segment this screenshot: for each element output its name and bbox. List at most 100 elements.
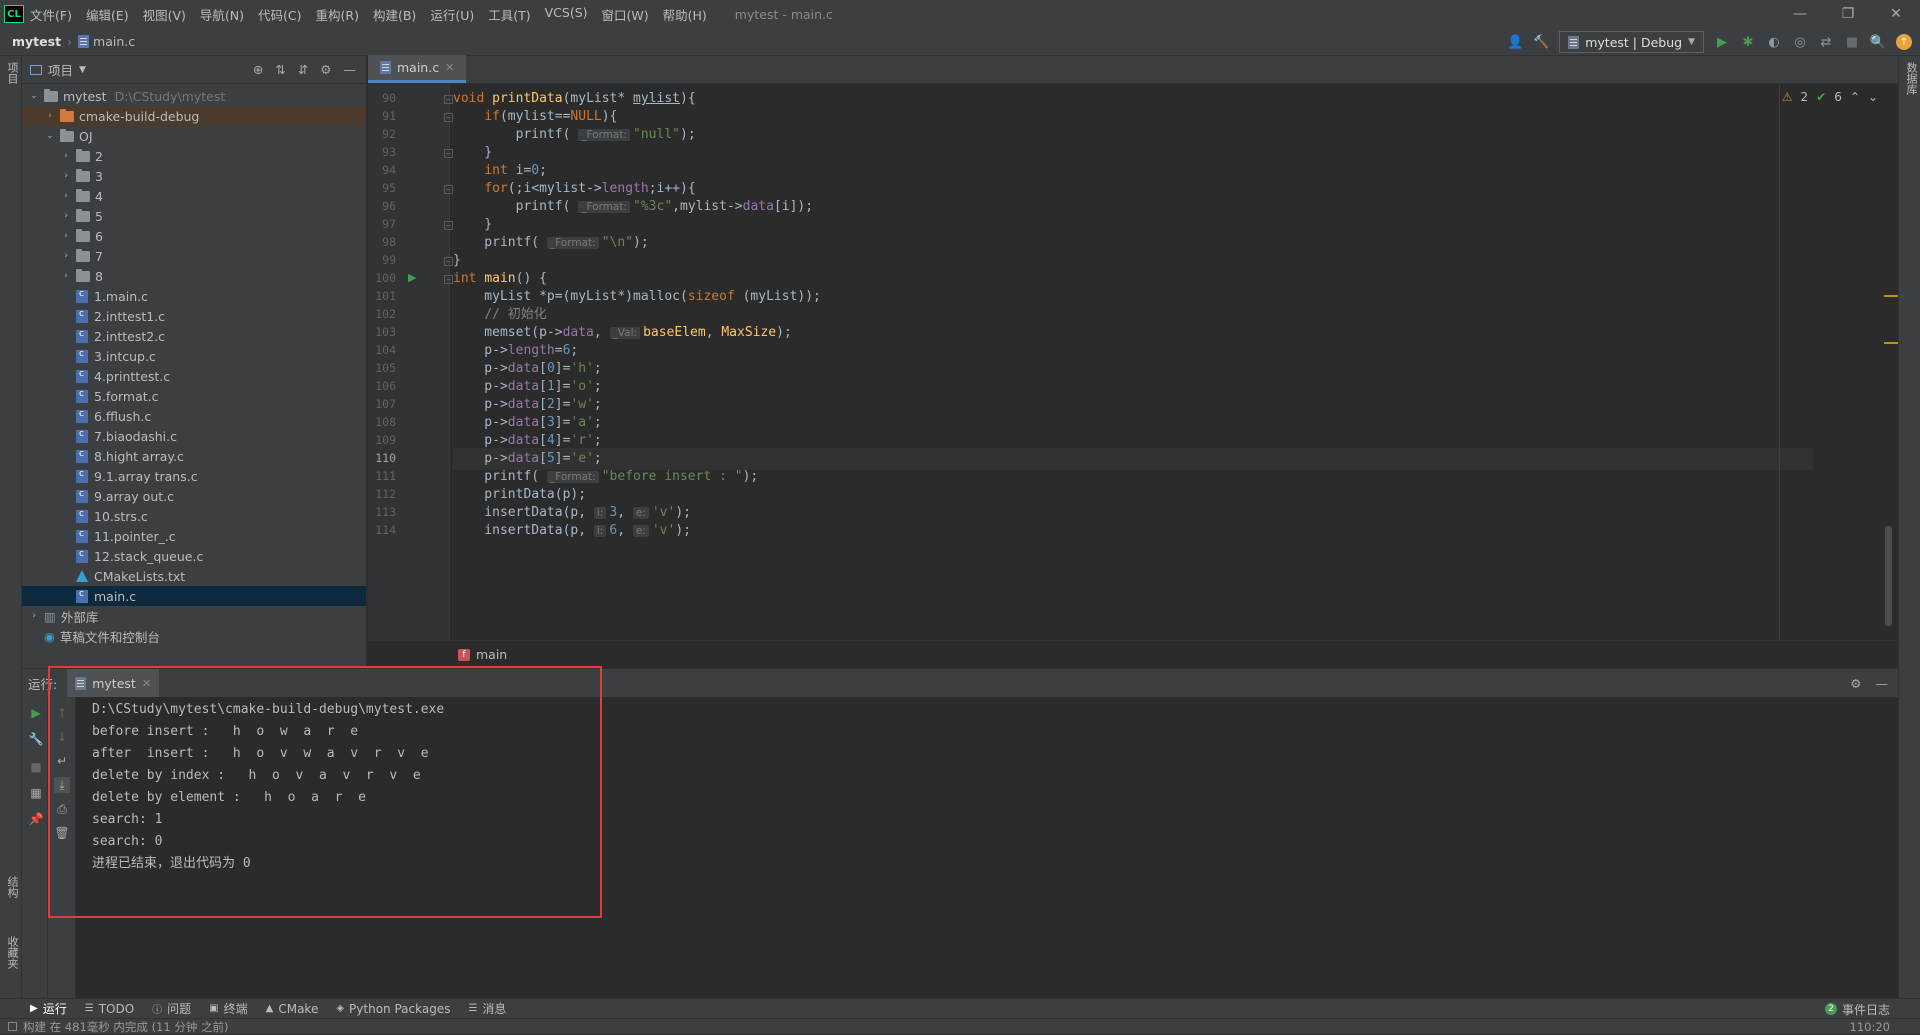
event-log-button[interactable]: 2 事件日志 [1824, 999, 1890, 1019]
tree-item[interactable]: ⌄ OJ [22, 126, 366, 146]
coverage-icon[interactable]: ◐ [1766, 34, 1782, 50]
fold-marker-icon[interactable]: − [444, 113, 453, 122]
tree-item[interactable]: ◉ 草稿文件和控制台 [22, 626, 366, 646]
profile-icon[interactable]: ◎ [1792, 34, 1808, 50]
project-panel-title[interactable]: 项目 [48, 60, 73, 79]
tree-item[interactable]: CMakeLists.txt [22, 566, 366, 586]
tree-item[interactable]: › 8 [22, 266, 366, 286]
menu-item[interactable]: VCS(S) [545, 5, 588, 24]
search-icon[interactable]: 🔍 [1870, 34, 1886, 50]
chevron-right-icon[interactable]: › [60, 231, 72, 241]
tree-item[interactable]: 10.strs.c [22, 506, 366, 526]
warning-stripe-mark[interactable] [1884, 295, 1898, 297]
minimize-button[interactable]: — [1776, 0, 1824, 28]
tree-item[interactable]: ⌄ mytest D:\CStudy\mytest [22, 86, 366, 106]
menu-item[interactable]: 编辑(E) [86, 5, 129, 24]
attach-icon[interactable]: ⇄ [1818, 34, 1834, 50]
pin-icon[interactable]: 📌 [28, 811, 44, 827]
fold-marker-icon[interactable]: − [444, 275, 453, 284]
gear-icon[interactable]: ⚙ [320, 62, 331, 77]
tree-item[interactable]: 3.intcup.c [22, 346, 366, 366]
code-line[interactable]: insertData(p, i: 6, e:'v'); [453, 520, 1813, 542]
chevron-down-icon[interactable]: ⌄ [28, 91, 40, 101]
tree-item[interactable]: 7.biaodashi.c [22, 426, 366, 446]
tree-item[interactable]: 12.stack_queue.c [22, 546, 366, 566]
tree-item[interactable]: 5.format.c [22, 386, 366, 406]
project-tool-tab[interactable]: 项目 [4, 62, 20, 84]
menu-item[interactable]: 重构(R) [316, 5, 359, 24]
tab-main-c[interactable]: main.c ✕ [368, 55, 467, 83]
menu-item[interactable]: 构建(B) [373, 5, 416, 24]
fold-marker-icon[interactable]: − [444, 149, 453, 158]
tree-item[interactable]: 2.inttest1.c [22, 306, 366, 326]
menu-item[interactable]: 视图(V) [143, 5, 186, 24]
editor-scrollbar[interactable] [1885, 526, 1892, 626]
menu-item[interactable]: 工具(T) [488, 5, 530, 24]
tree-item[interactable]: › 6 [22, 226, 366, 246]
chevron-right-icon[interactable]: › [28, 611, 40, 621]
bottom-tab-run[interactable]: ▶ 运行 [30, 1000, 67, 1017]
menu-item[interactable]: 帮助(H) [663, 5, 707, 24]
caret-position[interactable]: 110:20 [1850, 1020, 1890, 1034]
update-icon[interactable]: ↑ [1896, 34, 1912, 50]
restore-button[interactable]: ❐ [1824, 0, 1872, 28]
chevron-down-icon[interactable]: ▼ [79, 65, 86, 75]
breadcrumb-function[interactable]: main [476, 647, 507, 662]
chevron-right-icon[interactable]: › [44, 111, 56, 121]
database-tool-tab[interactable]: 数据库 [1903, 62, 1919, 95]
close-button[interactable]: ✕ [1872, 0, 1920, 28]
fold-marker-icon[interactable]: − [444, 257, 453, 266]
chevron-up-icon[interactable]: ⌃ [1850, 90, 1860, 104]
tree-item[interactable]: 1.main.c [22, 286, 366, 306]
run-icon[interactable]: ▶ [1714, 34, 1730, 50]
breadcrumb-project[interactable]: mytest [12, 34, 61, 49]
warning-stripe-mark[interactable] [1884, 342, 1898, 344]
breadcrumb-file[interactable]: main.c [93, 34, 135, 49]
tree-item[interactable]: 9.1.array trans.c [22, 466, 366, 486]
tree-item[interactable]: 6.fflush.c [22, 406, 366, 426]
tree-item[interactable]: › ▥ 外部库 [22, 606, 366, 626]
bottom-tab-messages[interactable]: ☰ 消息 [468, 1000, 506, 1017]
stop-icon[interactable]: ■ [1844, 34, 1860, 50]
close-tab-icon[interactable]: ✕ [445, 61, 454, 74]
user-icon[interactable]: 👤 [1507, 34, 1523, 50]
bottom-tab-problems[interactable]: ⓘ 问题 [152, 1000, 191, 1017]
structure-tool-tab[interactable]: 结构 [4, 876, 20, 898]
fold-marker-icon[interactable]: − [444, 221, 453, 230]
chevron-right-icon[interactable]: › [60, 191, 72, 201]
chevron-down-icon[interactable]: ⌄ [44, 131, 56, 141]
bottom-tab-cmake[interactable]: ▲ CMake [266, 1002, 319, 1016]
hide-icon[interactable]: — [1876, 676, 1889, 691]
tree-item[interactable]: › 7 [22, 246, 366, 266]
rerun-icon[interactable]: ▶ [28, 705, 44, 721]
fold-marker-icon[interactable]: − [444, 185, 453, 194]
chevron-right-icon[interactable]: › [60, 251, 72, 261]
tree-item[interactable]: › 2 [22, 146, 366, 166]
menu-item[interactable]: 导航(N) [200, 5, 244, 24]
expand-all-icon[interactable]: ⇅ [275, 62, 285, 77]
layout-icon[interactable]: ▦ [28, 785, 44, 801]
tree-item[interactable]: › cmake-build-debug [22, 106, 366, 126]
gear-icon[interactable]: ⚙ [1850, 676, 1861, 691]
tree-item[interactable]: › 5 [22, 206, 366, 226]
menu-item[interactable]: 文件(F) [30, 5, 72, 24]
debug-icon[interactable]: ✱ [1740, 34, 1756, 50]
stop-icon[interactable]: ■ [28, 759, 44, 775]
fold-marker-icon[interactable]: − [444, 95, 453, 104]
bottom-tab-todo[interactable]: ☰ TODO [85, 1002, 134, 1016]
tree-item[interactable]: 8.hight array.c [22, 446, 366, 466]
chevron-down-icon[interactable]: ⌄ [1868, 90, 1878, 104]
locate-icon[interactable]: ⊕ [253, 62, 263, 77]
status-square-icon[interactable] [8, 1022, 17, 1031]
favorites-tool-tab[interactable]: 收藏夹 [4, 936, 20, 969]
build-hammer-icon[interactable]: 🔨 [1533, 34, 1549, 50]
menu-item[interactable]: 运行(U) [430, 5, 474, 24]
chevron-right-icon[interactable]: › [60, 151, 72, 161]
bottom-tab-python-packages[interactable]: ◈ Python Packages [336, 1002, 450, 1016]
run-gutter-icon[interactable]: ▶ [408, 271, 416, 284]
chevron-right-icon[interactable]: › [60, 171, 72, 181]
bottom-tab-terminal[interactable]: ▣ 终端 [209, 1000, 247, 1017]
menu-item[interactable]: 代码(C) [258, 5, 301, 24]
hide-icon[interactable]: — [344, 62, 357, 77]
code-editor[interactable]: void printData(myList* mylist){ if(mylis… [453, 84, 1813, 640]
